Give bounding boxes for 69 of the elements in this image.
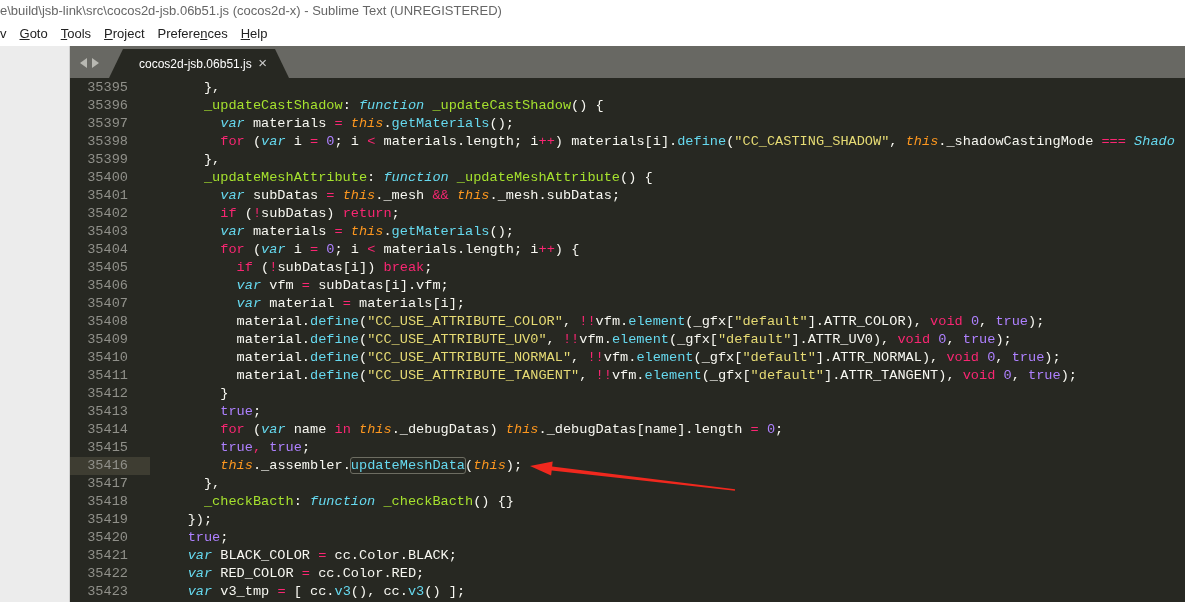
line-number: 35409 xyxy=(86,331,129,349)
line-number: 35412 xyxy=(86,385,129,403)
line-number: 35406 xyxy=(86,277,129,295)
code-line: }, xyxy=(202,475,221,493)
line-number: 35422 xyxy=(86,565,129,583)
line-number: 35398 xyxy=(86,133,129,151)
code-line: material.define("CC_USE_ATTRIBUTE_UV0", !!vfm.element(_gfx["default"].ATTR_UV0), void 0, true); xyxy=(235,331,1012,349)
file-tab[interactable]: cocos2d-jsb.06b51.js × xyxy=(109,49,289,78)
line-number: 35411 xyxy=(86,367,129,385)
code-line: var subDatas = this._mesh && this._mesh.subDatas; xyxy=(219,187,621,205)
close-icon[interactable]: × xyxy=(258,52,267,75)
code-line: var RED_COLOR = cc.Color.RED; xyxy=(186,565,425,583)
code-line: var material = materials[i]; xyxy=(235,295,466,313)
menu-item[interactable]: Preferences xyxy=(157,24,228,44)
line-number: 35405 xyxy=(86,259,129,277)
code-line: for (var i = 0; i < materials.length; i++) materials[i].define("CC_CASTING_SHADOW", this._shadowCastingMode === Shado xyxy=(219,133,1175,151)
line-number: 35408 xyxy=(86,313,129,331)
code-line: if (!subDatas) return; xyxy=(219,205,400,223)
code-line: var materials = this.getMaterials(); xyxy=(219,115,514,133)
menu-item[interactable]: Help xyxy=(240,24,268,44)
left-arrow-icon[interactable] xyxy=(80,58,88,68)
code-line: _updateMeshAttribute: function _updateMeshAttribute() { xyxy=(202,169,653,187)
code-line: material.define("CC_USE_ATTRIBUTE_COLOR", !!vfm.element(_gfx["default"].ATTR_COLOR), void 0, true); xyxy=(235,313,1045,331)
line-number: 35396 xyxy=(86,97,129,115)
window-title: e\build\jsb-link\src\cocos2d-jsb.06b51.js (cocos2d-x) - Sublime Text (UNREGISTERED) xyxy=(0,2,502,21)
code-line: material.define("CC_USE_ATTRIBUTE_TANGENT", !!vfm.element(_gfx["default"].ATTR_TANGENT), void 0, true); xyxy=(235,367,1077,385)
code-line: true, true; xyxy=(219,439,311,457)
code-line: } xyxy=(219,385,229,403)
line-number: 35401 xyxy=(86,187,129,205)
code-line: for (var i = 0; i < materials.length; i++) { xyxy=(219,241,580,259)
code-line: true; xyxy=(219,403,262,421)
line-number: 35415 xyxy=(86,439,129,457)
line-number: 35414 xyxy=(86,421,129,439)
line-number: 35400 xyxy=(86,169,129,187)
line-number: 35402 xyxy=(86,205,129,223)
code-line: }, xyxy=(202,151,221,169)
code-line: true; xyxy=(186,529,229,547)
code-line: material.define("CC_USE_ATTRIBUTE_NORMAL", !!vfm.element(_gfx["default"].ATTR_NORMAL), void 0, true); xyxy=(235,349,1061,367)
line-number: 35407 xyxy=(86,295,129,313)
code-line: var v3_tmp = [ cc.v3(), cc.v3() ]; xyxy=(186,583,466,601)
code-line: var vfm = subDatas[i].vfm; xyxy=(235,277,449,295)
line-number: 35421 xyxy=(86,547,129,565)
code-line: if (!subDatas[i]) break; xyxy=(235,259,433,277)
code-line: _checkBacth: function _checkBacth() {} xyxy=(202,493,514,511)
code-line: for (var name in this._debugDatas) this._debugDatas[name].length = 0; xyxy=(219,421,784,439)
code-line: }, xyxy=(202,79,221,97)
line-number: 35417 xyxy=(86,475,129,493)
line-number: 35419 xyxy=(86,511,129,529)
line-number: 35395 xyxy=(86,79,129,97)
line-number: 35404 xyxy=(86,241,129,259)
menu-item[interactable]: v xyxy=(0,24,7,44)
line-number: 35399 xyxy=(86,151,129,169)
line-number: 35410 xyxy=(86,349,129,367)
menu-item[interactable]: Project xyxy=(104,24,145,44)
line-number: 35423 xyxy=(86,583,129,601)
code-line: var BLACK_COLOR = cc.Color.BLACK; xyxy=(186,547,457,565)
line-number: 35416 xyxy=(70,457,150,475)
menu-item[interactable]: Goto xyxy=(19,24,48,44)
line-number: 35403 xyxy=(86,223,129,241)
line-number: 35420 xyxy=(86,529,129,547)
code-line: }); xyxy=(186,511,213,529)
code-line: this._assembler.updateMeshData(this); xyxy=(219,457,523,475)
line-number: 35397 xyxy=(86,115,129,133)
menu-item[interactable]: Tools xyxy=(60,24,92,44)
code-line: var materials = this.getMaterials(); xyxy=(219,223,514,241)
line-number: 35418 xyxy=(86,493,129,511)
right-arrow-icon[interactable] xyxy=(91,58,99,68)
code-line: _updateCastShadow: function _updateCastShadow() { xyxy=(202,97,604,115)
line-number: 35413 xyxy=(86,403,129,421)
